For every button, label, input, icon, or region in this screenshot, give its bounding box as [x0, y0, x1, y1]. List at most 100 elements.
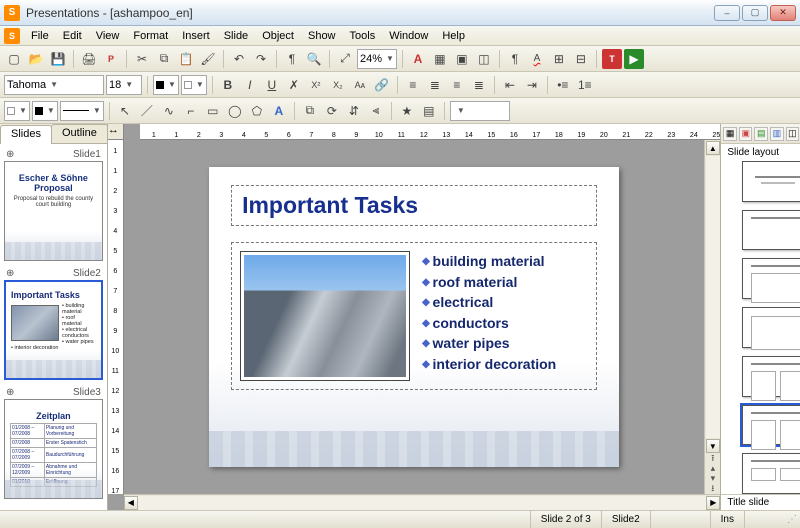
menu-object[interactable]: Object — [255, 28, 301, 44]
nonprint-icon[interactable]: ¶ — [505, 49, 525, 69]
next-icon[interactable]: ▾ — [711, 474, 716, 483]
char-dialog-icon[interactable]: ¶ — [282, 49, 302, 69]
chart-icon[interactable]: ◫ — [474, 49, 494, 69]
menu-edit[interactable]: Edit — [56, 28, 89, 44]
scroll-down-icon[interactable]: ▼ — [706, 439, 720, 453]
menu-view[interactable]: View — [89, 28, 127, 44]
menu-slide[interactable]: Slide — [217, 28, 255, 44]
rect-icon[interactable]: ▭ — [203, 101, 223, 121]
outdent-icon[interactable]: ⇤ — [500, 75, 520, 95]
prev-icon[interactable]: ▴ — [711, 464, 716, 473]
minimize-button[interactable]: – — [714, 5, 740, 21]
slide-layout-icon[interactable]: ▤ — [419, 101, 439, 121]
title-placeholder[interactable]: Important Tasks — [231, 185, 597, 226]
fill-color[interactable]: ▼ — [4, 101, 30, 121]
curve-icon[interactable]: ∿ — [159, 101, 179, 121]
rotate-icon[interactable]: ⟳ — [322, 101, 342, 121]
layout-option[interactable] — [742, 210, 800, 251]
format-paint-icon[interactable]: 🖌 — [198, 49, 218, 69]
align-right-icon[interactable]: ≡ — [447, 75, 467, 95]
highlight-color[interactable]: ▼ — [181, 75, 207, 95]
allcaps-icon[interactable]: Aᴀ — [350, 75, 370, 95]
expand-icon[interactable]: ⊕ — [6, 149, 14, 160]
link-icon[interactable]: 🔗 — [372, 75, 392, 95]
bold-icon[interactable]: B — [218, 75, 238, 95]
line-color[interactable]: ▼ — [32, 101, 58, 121]
pane-btn-1[interactable]: ▦ — [723, 127, 737, 141]
content-placeholder[interactable]: building material roof material electric… — [231, 242, 597, 390]
menu-file[interactable]: File — [24, 28, 56, 44]
menu-show[interactable]: Show — [301, 28, 343, 44]
indent-icon[interactable]: ⇥ — [522, 75, 542, 95]
print-icon[interactable]: 🖨 — [79, 49, 99, 69]
sub-icon[interactable]: X₂ — [328, 75, 348, 95]
slide-thumbnail-2[interactable]: Important Tasks building material roof m… — [4, 280, 103, 380]
align-obj-icon[interactable]: ⫷ — [366, 101, 386, 121]
connector-icon[interactable]: ⌐ — [181, 101, 201, 121]
next-slide-icon[interactable]: ⭳ — [711, 484, 714, 493]
align-left-icon[interactable]: ≡ — [403, 75, 423, 95]
order-icon[interactable]: ⇵ — [344, 101, 364, 121]
image-icon[interactable]: ▣ — [452, 49, 472, 69]
save-icon[interactable]: 💾 — [48, 49, 68, 69]
slide-thumbnail-1[interactable]: Escher & Söhne Proposal Proposal to rebu… — [4, 161, 103, 261]
close-button[interactable]: ✕ — [770, 5, 796, 21]
action-combo[interactable]: ▼ — [450, 101, 510, 121]
layout-option[interactable] — [742, 161, 800, 202]
underline-icon[interactable]: U — [262, 75, 282, 95]
undo-icon[interactable]: ↶ — [229, 49, 249, 69]
maximize-button[interactable]: ▢ — [742, 5, 768, 21]
layout-option[interactable] — [742, 356, 800, 397]
layout-option[interactable] — [742, 307, 800, 348]
textbox-icon[interactable]: A — [408, 49, 428, 69]
tab-slides[interactable]: Slides — [0, 125, 52, 144]
pane-btn-3[interactable]: ▤ — [754, 127, 768, 141]
scroll-left-icon[interactable]: ◀ — [124, 496, 138, 510]
menu-format[interactable]: Format — [126, 28, 175, 44]
current-slide[interactable]: Important Tasks building material roof m… — [209, 167, 619, 467]
copy-icon[interactable]: ⧉ — [154, 49, 174, 69]
spell-icon[interactable]: A — [527, 49, 547, 69]
pointer-icon[interactable]: ↖ — [115, 101, 135, 121]
size-combo[interactable]: 18▼ — [106, 75, 142, 95]
line-style[interactable]: ▼ — [60, 101, 104, 121]
slide-image[interactable] — [240, 251, 410, 381]
scroll-right-icon[interactable]: ▶ — [706, 496, 720, 510]
italic-icon[interactable]: I — [240, 75, 260, 95]
line-icon[interactable]: ／ — [137, 101, 157, 121]
group-icon[interactable]: ⧉ — [300, 101, 320, 121]
slide-thumbnail-3[interactable]: Zeitplan 01/2008 – 07/2008Planung und Vo… — [4, 399, 103, 499]
layout-option[interactable] — [742, 405, 800, 446]
new-icon[interactable]: ▢ — [4, 49, 24, 69]
super-icon[interactable]: X² — [306, 75, 326, 95]
anim-icon[interactable]: ★ — [397, 101, 417, 121]
doc-menu-icon[interactable]: S — [4, 28, 20, 44]
pane-btn-2[interactable]: ▣ — [739, 127, 753, 141]
ellipse-icon[interactable]: ◯ — [225, 101, 245, 121]
menu-window[interactable]: Window — [382, 28, 435, 44]
zoom-combo[interactable]: 24%▼ — [357, 49, 397, 69]
numbering-icon[interactable]: 1≡ — [575, 75, 595, 95]
bullets-icon[interactable]: •≡ — [553, 75, 573, 95]
resize-grip-icon[interactable]: ⋰ — [784, 514, 800, 525]
tab-outline[interactable]: Outline — [51, 124, 108, 143]
layout-option[interactable] — [742, 453, 800, 494]
menu-tools[interactable]: Tools — [343, 28, 383, 44]
align-just-icon[interactable]: ≣ — [469, 75, 489, 95]
horizontal-scrollbar[interactable]: ◀ ▶ — [124, 494, 721, 510]
vertical-ruler[interactable]: 1123456789101112131415161718 — [108, 140, 124, 494]
play-icon[interactable]: ▶ — [624, 49, 644, 69]
align-center-icon[interactable]: ≣ — [425, 75, 445, 95]
pane-btn-4[interactable]: ▥ — [770, 127, 784, 141]
vertical-scrollbar[interactable]: ▲ ▼ ⭱ ▴ ▾ ⭳ — [704, 140, 720, 494]
pdf-icon[interactable]: P — [101, 49, 121, 69]
transition-icon[interactable]: T — [602, 49, 622, 69]
paste-icon[interactable]: 📋 — [176, 49, 196, 69]
autoshape-icon[interactable]: ⬠ — [247, 101, 267, 121]
pane-btn-5[interactable]: ◫ — [786, 127, 800, 141]
zoom-in-icon[interactable]: ⤢ — [335, 49, 355, 69]
bullet-list[interactable]: building material roof material electric… — [422, 251, 556, 381]
find-icon[interactable]: 🔍 — [304, 49, 324, 69]
scroll-up-icon[interactable]: ▲ — [706, 141, 720, 155]
cut-icon[interactable]: ✂ — [132, 49, 152, 69]
